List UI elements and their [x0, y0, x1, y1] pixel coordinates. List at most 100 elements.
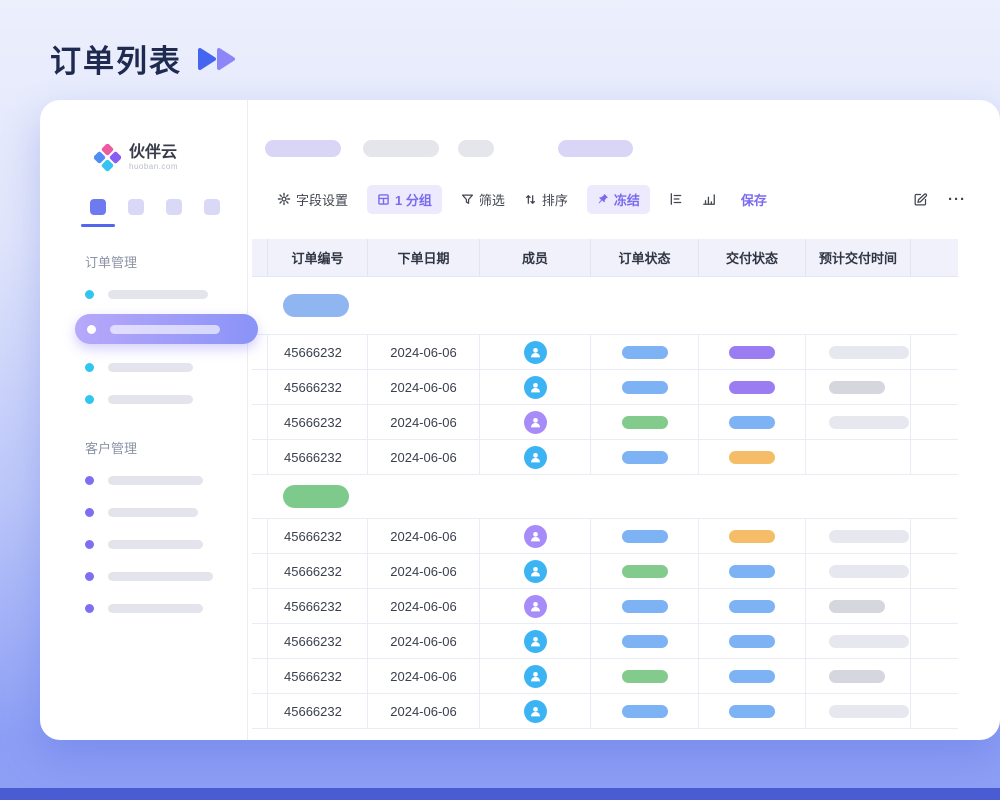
- eta-cell: [805, 405, 910, 439]
- order-status-pill: [622, 451, 668, 464]
- more-button[interactable]: ···: [948, 191, 966, 208]
- column-header-eta[interactable]: 预计交付时间: [805, 239, 910, 276]
- item-dot: [85, 540, 94, 549]
- item-label-skeleton: [110, 325, 220, 334]
- sidebar-item-selected[interactable]: [75, 314, 258, 344]
- eta-cell: [805, 624, 910, 658]
- delivery-status-pill: [729, 381, 775, 394]
- table-row[interactable]: 456662322024-06-06: [252, 405, 958, 440]
- row-tail-cell: [910, 519, 958, 553]
- column-header-order-no[interactable]: 订单编号: [267, 239, 367, 276]
- group-header-row[interactable]: [252, 277, 958, 335]
- sidebar-section: 订单管理: [40, 252, 247, 408]
- row-tail-cell: [910, 405, 958, 439]
- delivery-status-cell: [698, 694, 805, 728]
- table-row[interactable]: 456662322024-06-06: [252, 659, 958, 694]
- order-status-pill: [622, 346, 668, 359]
- row-stub-cell: [252, 370, 267, 404]
- order-date-cell: 2024-06-06: [367, 440, 479, 474]
- group-pill: [283, 294, 349, 317]
- table-header-stub: [252, 239, 267, 276]
- table-row[interactable]: 456662322024-06-06: [252, 624, 958, 659]
- sidebar-section: 客户管理: [40, 438, 247, 617]
- person-icon: [529, 346, 542, 359]
- order-status-cell: [590, 519, 698, 553]
- edit-button[interactable]: [913, 192, 928, 207]
- app-tab-1[interactable]: [90, 199, 106, 215]
- sidebar-item[interactable]: [40, 503, 247, 521]
- column-header-member[interactable]: 成员: [479, 239, 590, 276]
- sidebar-item[interactable]: [40, 358, 247, 376]
- app-tab-3[interactable]: [166, 199, 182, 215]
- app-tab-4[interactable]: [204, 199, 220, 215]
- sidebar-item[interactable]: [40, 390, 247, 408]
- eta-pill: [829, 705, 909, 718]
- eta-pill: [829, 530, 909, 543]
- sidebar-item[interactable]: [40, 599, 247, 617]
- row-stub-cell: [252, 589, 267, 623]
- row-stub-cell: [252, 554, 267, 588]
- row-stub-cell: [252, 440, 267, 474]
- item-label-skeleton: [108, 395, 193, 404]
- column-header-delivery-status[interactable]: 交付状态: [698, 239, 805, 276]
- logo-domain: huoban.com: [129, 162, 178, 171]
- eta-cell: [805, 519, 910, 553]
- order-status-cell: [590, 694, 698, 728]
- eta-pill: [829, 635, 909, 648]
- eta-cell: [805, 659, 910, 693]
- sidebar-item[interactable]: [40, 567, 247, 585]
- row-tail-cell: [910, 694, 958, 728]
- sidebar-item[interactable]: [40, 535, 247, 553]
- logo: 伙伴云 huoban.com: [94, 144, 247, 171]
- app-tab-2[interactable]: [128, 199, 144, 215]
- filter-button[interactable]: 筛选: [461, 190, 505, 209]
- field-settings-button[interactable]: 字段设置: [277, 190, 348, 209]
- order-status-pill: [622, 381, 668, 394]
- person-icon: [529, 451, 542, 464]
- row-height-button[interactable]: [669, 192, 683, 206]
- group-chip[interactable]: 1 分组: [367, 185, 442, 214]
- table-row[interactable]: 456662322024-06-06: [252, 519, 958, 554]
- order-status-pill: [622, 635, 668, 648]
- chart-button[interactable]: [702, 192, 716, 206]
- double-play-icon: [196, 46, 236, 72]
- delivery-status-cell: [698, 519, 805, 553]
- row-tail-cell: [910, 589, 958, 623]
- order-no-cell: 45666232: [267, 589, 367, 623]
- table-row[interactable]: 456662322024-06-06: [252, 370, 958, 405]
- member-cell: [479, 335, 590, 369]
- freeze-chip[interactable]: 冻结: [587, 185, 650, 214]
- order-status-pill: [622, 416, 668, 429]
- sidebar-item[interactable]: [40, 285, 247, 303]
- table-row[interactable]: 456662322024-06-06: [252, 694, 958, 729]
- order-date-cell: 2024-06-06: [367, 624, 479, 658]
- order-status-cell: [590, 624, 698, 658]
- table-row[interactable]: 456662322024-06-06: [252, 589, 958, 624]
- delivery-status-cell: [698, 440, 805, 474]
- table-row[interactable]: 456662322024-06-06: [252, 335, 958, 370]
- order-status-cell: [590, 405, 698, 439]
- table-row[interactable]: 456662322024-06-06: [252, 554, 958, 589]
- skeleton-bar: [458, 140, 494, 157]
- sidebar-item[interactable]: [40, 471, 247, 489]
- order-status-cell: [590, 370, 698, 404]
- save-button[interactable]: 保存: [741, 190, 767, 209]
- row-tail-cell: [910, 370, 958, 404]
- member-avatar: [524, 525, 547, 548]
- order-no-cell: 45666232: [267, 624, 367, 658]
- member-cell: [479, 405, 590, 439]
- eta-pill: [829, 600, 885, 613]
- column-header-order-status[interactable]: 订单状态: [590, 239, 698, 276]
- group-header-row[interactable]: [252, 475, 958, 519]
- sidebar-section-label: 客户管理: [85, 438, 247, 457]
- table-row[interactable]: 456662322024-06-06: [252, 440, 958, 475]
- row-stub-cell: [252, 659, 267, 693]
- member-cell: [479, 624, 590, 658]
- row-tail-cell: [910, 440, 958, 474]
- logo-icon: [94, 144, 121, 171]
- delivery-status-cell: [698, 659, 805, 693]
- logo-name: 伙伴云: [129, 144, 178, 162]
- sort-button[interactable]: 排序: [524, 190, 568, 209]
- order-status-cell: [590, 440, 698, 474]
- column-header-date[interactable]: 下单日期: [367, 239, 479, 276]
